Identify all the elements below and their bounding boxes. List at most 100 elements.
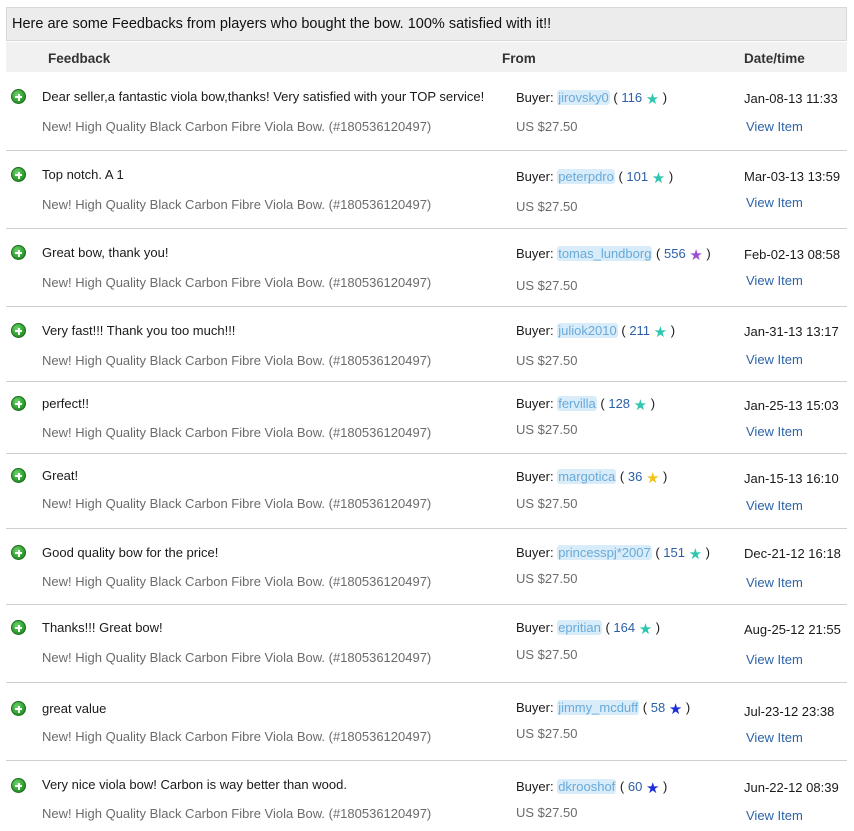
feedback-comment: Very nice viola bow! Carbon is way bette…	[42, 777, 347, 792]
price: US $27.50	[516, 422, 578, 437]
buyer-label: Buyer:	[516, 700, 554, 715]
feedback-score-link[interactable]: 101	[626, 169, 648, 184]
buyer-label: Buyer:	[516, 396, 554, 411]
buyer-username-link[interactable]: jimmy_mcduff	[557, 700, 640, 715]
feedback-comment: Dear seller,a fantastic viola bow,thanks…	[42, 89, 485, 104]
positive-feedback-icon	[11, 778, 26, 793]
turquoise-star-icon: ★	[651, 170, 666, 187]
buyer-username-link[interactable]: jirovsky0	[557, 90, 610, 105]
positive-feedback-icon	[11, 89, 26, 104]
feedback-score-link[interactable]: 36	[628, 469, 642, 484]
buyer-username-link[interactable]: peterpdro	[557, 169, 615, 184]
buyer-label: Buyer:	[516, 246, 554, 261]
feedback-date: Dec-21-12 16:18	[744, 546, 841, 561]
feedback-row: Great! New! High Quality Black Carbon Fi…	[6, 454, 847, 529]
from-column-header: From	[502, 51, 536, 66]
buyer-label: Buyer:	[516, 469, 554, 484]
buyer-info: Buyer: epritian ( 164 ★ )	[516, 620, 661, 638]
feedback-banner: Here are some Feedbacks from players who…	[6, 7, 847, 41]
view-item-link[interactable]: View Item	[746, 808, 803, 823]
feedback-comment: Thanks!!! Great bow!	[42, 620, 163, 635]
feedback-score-link[interactable]: 60	[628, 779, 642, 794]
feedback-row: Top notch. A 1 New! High Quality Black C…	[6, 151, 847, 229]
feedback-score-link[interactable]: 556	[664, 246, 686, 261]
feedback-date: Mar-03-13 13:59	[744, 169, 841, 184]
price: US $27.50	[516, 353, 578, 368]
buyer-label: Buyer:	[516, 90, 554, 105]
positive-feedback-icon	[11, 545, 26, 560]
buyer-username-link[interactable]: juliok2010	[557, 323, 618, 338]
feedback-date: Jan-25-13 15:03	[744, 398, 839, 413]
feedback-score-link[interactable]: 128	[608, 396, 630, 411]
buyer-label: Buyer:	[516, 620, 554, 635]
item-title: New! High Quality Black Carbon Fibre Vio…	[42, 197, 432, 212]
buyer-username-link[interactable]: margotica	[557, 469, 617, 484]
view-item-link[interactable]: View Item	[746, 575, 803, 590]
column-headers: Feedback From Date/time	[6, 42, 847, 72]
view-item-link[interactable]: View Item	[746, 195, 803, 210]
feedback-date: Jan-31-13 13:17	[744, 324, 839, 339]
buyer-username-link[interactable]: tomas_lundborg	[557, 246, 653, 261]
item-title: New! High Quality Black Carbon Fibre Vio…	[42, 119, 432, 134]
turquoise-star-icon: ★	[653, 324, 668, 341]
buyer-label: Buyer:	[516, 545, 554, 560]
buyer-info: Buyer: tomas_lundborg ( 556 ★ )	[516, 246, 711, 264]
turquoise-star-icon: ★	[688, 546, 703, 563]
feedback-comment: Great bow, thank you!	[42, 245, 169, 260]
buyer-info: Buyer: fervilla ( 128 ★ )	[516, 396, 656, 414]
buyer-info: Buyer: margotica ( 36 ★ )	[516, 469, 668, 487]
turquoise-star-icon: ★	[633, 397, 648, 414]
item-title: New! High Quality Black Carbon Fibre Vio…	[42, 574, 432, 589]
buyer-info: Buyer: princesspj*2007 ( 151 ★ )	[516, 545, 711, 563]
view-item-link[interactable]: View Item	[746, 119, 803, 134]
buyer-username-link[interactable]: dkrooshof	[557, 779, 617, 794]
feedback-date: Aug-25-12 21:55	[744, 622, 841, 637]
view-item-link[interactable]: View Item	[746, 498, 803, 513]
item-title: New! High Quality Black Carbon Fibre Vio…	[42, 496, 432, 511]
feedback-comment: great value	[42, 701, 107, 716]
buyer-info: Buyer: jimmy_mcduff ( 58 ★ )	[516, 700, 691, 718]
feedback-date: Jul-23-12 23:38	[744, 704, 835, 719]
price: US $27.50	[516, 726, 578, 741]
blue-star-icon: ★	[645, 780, 660, 797]
buyer-info: Buyer: peterpdro ( 101 ★ )	[516, 169, 674, 187]
positive-feedback-icon	[11, 167, 26, 182]
buyer-info: Buyer: jirovsky0 ( 116 ★ )	[516, 90, 668, 108]
feedback-column-header: Feedback	[48, 51, 111, 66]
datetime-column-header: Date/time	[744, 51, 805, 66]
buyer-username-link[interactable]: princesspj*2007	[557, 545, 652, 560]
item-title: New! High Quality Black Carbon Fibre Vio…	[42, 353, 432, 368]
view-item-link[interactable]: View Item	[746, 273, 803, 288]
feedback-row: Dear seller,a fantastic viola bow,thanks…	[6, 72, 847, 151]
feedback-row: Very nice viola bow! Carbon is way bette…	[6, 761, 847, 829]
buyer-label: Buyer:	[516, 323, 554, 338]
feedback-comment: Very fast!!! Thank you too much!!!	[42, 323, 236, 338]
view-item-link[interactable]: View Item	[746, 730, 803, 745]
feedback-comment: Top notch. A 1	[42, 167, 124, 182]
feedback-comment: Great!	[42, 468, 79, 483]
yellow-star-icon: ★	[645, 470, 660, 487]
buyer-label: Buyer:	[516, 779, 554, 794]
buyer-username-link[interactable]: fervilla	[557, 396, 597, 411]
buyer-info: Buyer: dkrooshof ( 60 ★ )	[516, 779, 668, 797]
positive-feedback-icon	[11, 620, 26, 635]
feedback-score-link[interactable]: 164	[613, 620, 635, 635]
view-item-link[interactable]: View Item	[746, 652, 803, 667]
view-item-link[interactable]: View Item	[746, 352, 803, 367]
feedback-score-link[interactable]: 116	[621, 90, 642, 105]
feedback-date: Feb-02-13 08:58	[744, 247, 841, 262]
feedback-row: Great bow, thank you! New! High Quality …	[6, 229, 847, 307]
feedback-score-link[interactable]: 211	[629, 323, 650, 338]
price: US $27.50	[516, 496, 578, 511]
price: US $27.50	[516, 119, 578, 134]
price: US $27.50	[516, 278, 578, 293]
positive-feedback-icon	[11, 245, 26, 260]
feedback-date: Jun-22-12 08:39	[744, 780, 839, 795]
feedback-score-link[interactable]: 58	[651, 700, 665, 715]
price: US $27.50	[516, 647, 578, 662]
feedback-date: Jan-15-13 16:10	[744, 471, 839, 486]
view-item-link[interactable]: View Item	[746, 424, 803, 439]
feedback-score-link[interactable]: 151	[663, 545, 685, 560]
feedback-comment: Good quality bow for the price!	[42, 545, 219, 560]
buyer-username-link[interactable]: epritian	[557, 620, 602, 635]
